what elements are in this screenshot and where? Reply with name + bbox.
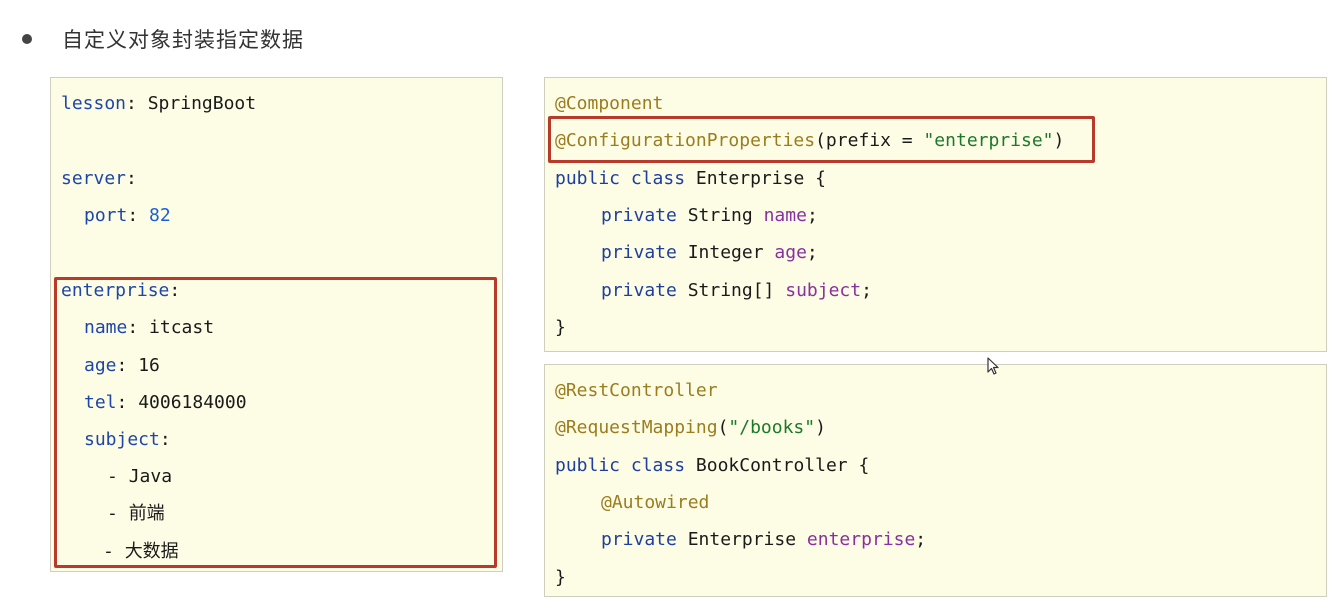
code-line-rest-controller: @RestController (555, 380, 718, 401)
code-line-field: private String[] subject; (601, 280, 872, 301)
code-line-class-decl: public class BookController { (555, 455, 870, 476)
code-line-autowired: @Autowired (601, 492, 710, 513)
yaml-line-lesson: lesson: SpringBoot (61, 93, 257, 114)
code-line-field: private Enterprise enterprise; (601, 529, 927, 550)
bullet-dot-icon (22, 34, 32, 44)
section-heading-row: 自定义对象封装指定数据 (22, 22, 304, 56)
enterprise-yaml-highlight-box (54, 277, 497, 568)
code-line-field: private String name; (601, 205, 818, 226)
code-line-request-mapping: @RequestMapping("/books") (555, 417, 826, 438)
code-line-class-close: } (555, 317, 566, 338)
code-line-field: private Integer age; (601, 242, 818, 263)
yaml-line-port: port: 82 (84, 205, 171, 226)
mouse-pointer-icon (987, 357, 999, 375)
book-controller-panel: @RestController @RequestMapping("/books"… (544, 364, 1327, 597)
section-heading: 自定义对象封装指定数据 (62, 28, 304, 52)
yaml-line-server: server: (61, 168, 137, 189)
configuration-properties-highlight-box (548, 116, 1095, 163)
code-line-class-decl: public class Enterprise { (555, 168, 826, 189)
code-line-class-close: } (555, 567, 566, 588)
code-line-component: @Component (555, 93, 664, 114)
